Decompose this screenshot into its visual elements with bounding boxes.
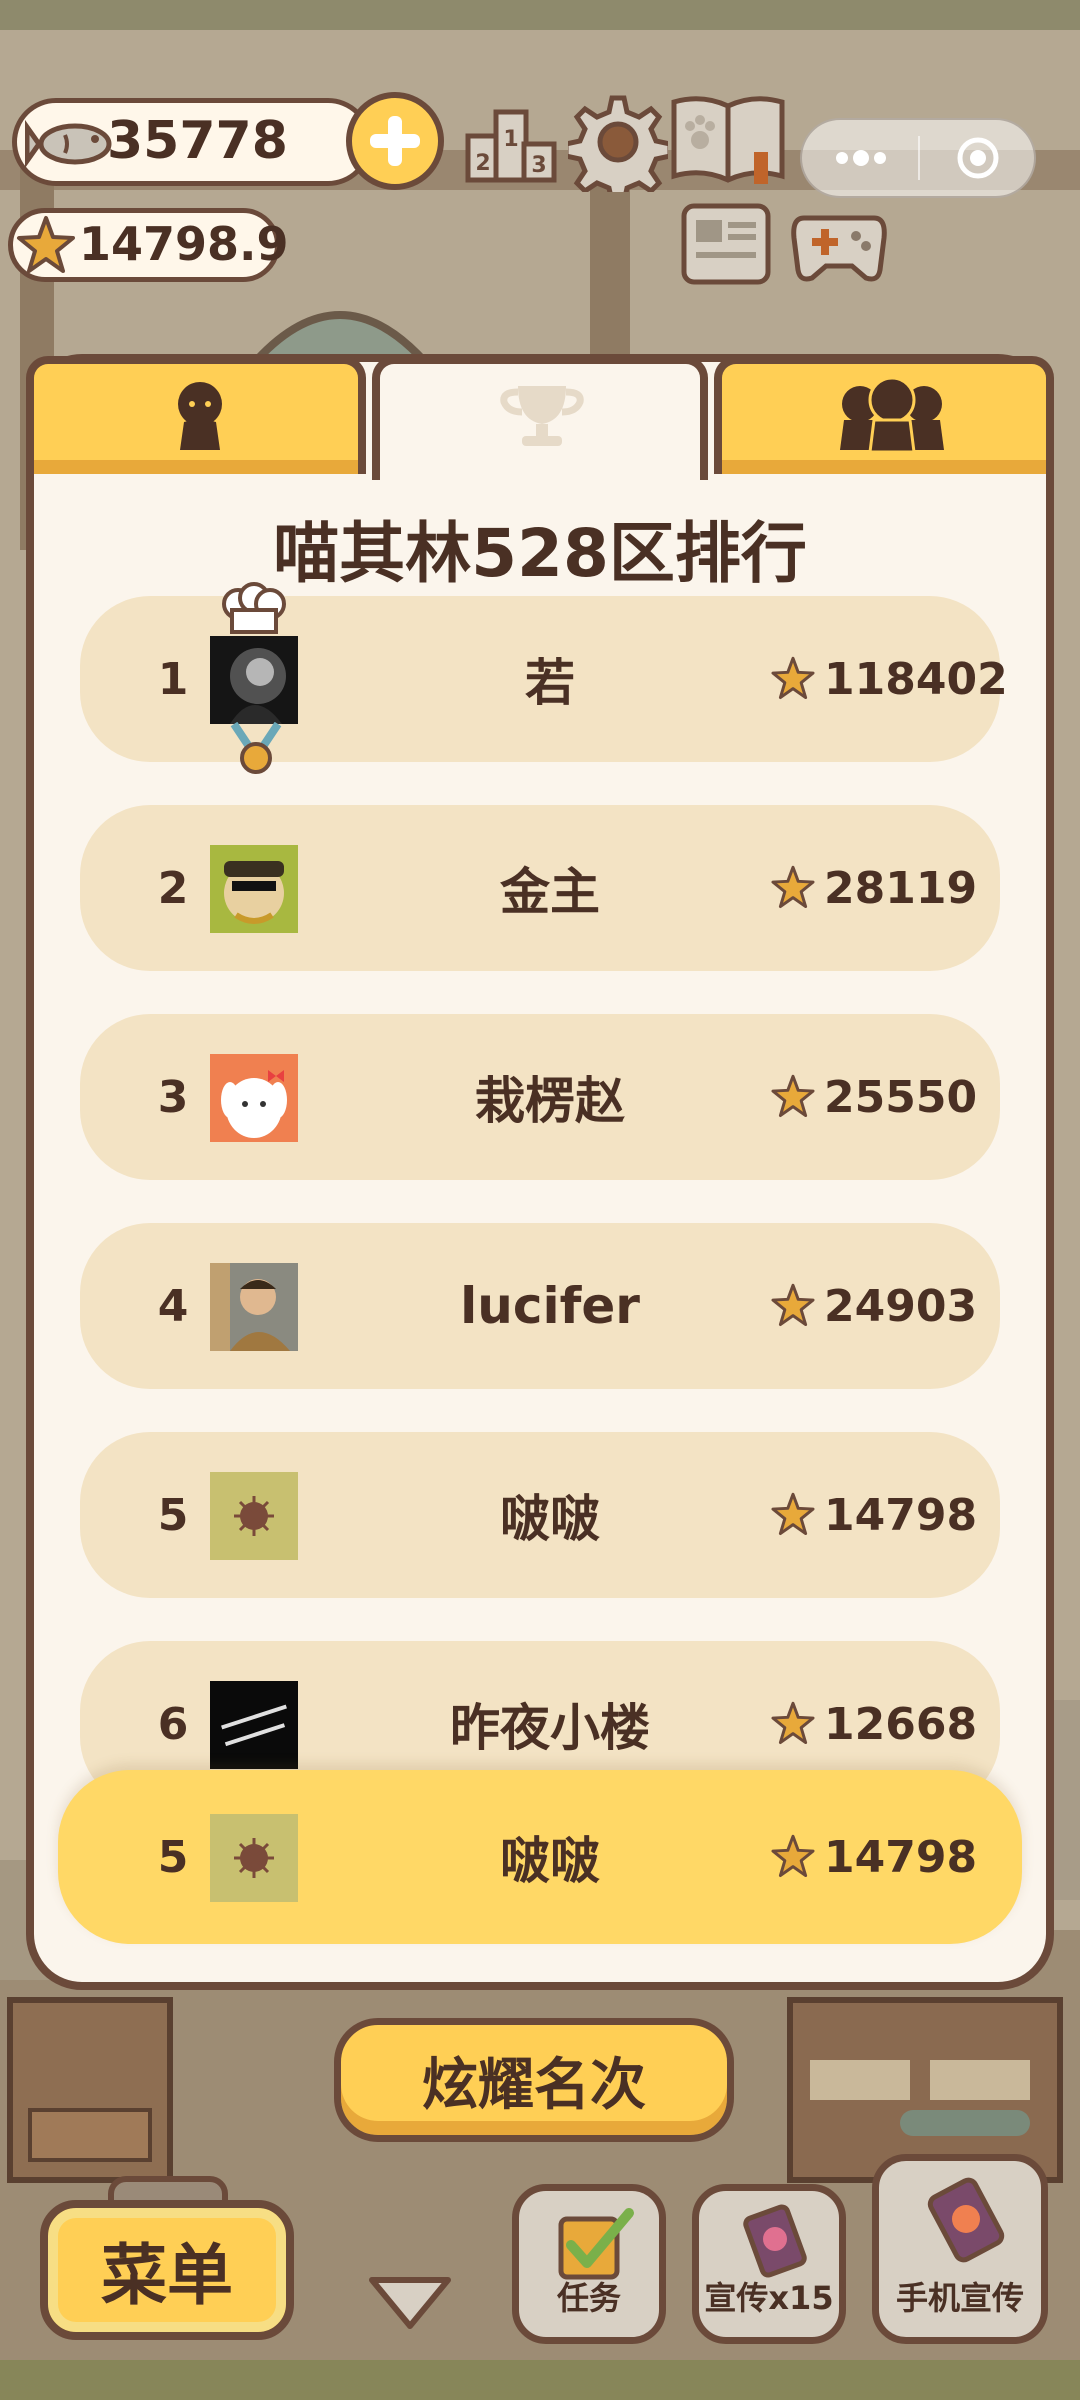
phone-promotion-button[interactable]: 手机宣传 xyxy=(872,2154,1048,2344)
group-icon xyxy=(840,376,944,454)
gear-icon xyxy=(563,95,673,205)
tab-personal[interactable] xyxy=(26,356,366,474)
star-icon xyxy=(771,1834,815,1878)
medal-icon xyxy=(230,722,282,774)
player-name: 金主 xyxy=(500,863,600,921)
score-value: 14798 xyxy=(824,1831,978,1883)
list-item[interactable]: 5 啵啵 14798 xyxy=(80,1432,1000,1598)
rank-number: 5 xyxy=(157,1489,189,1541)
close-miniprogram-button[interactable] xyxy=(920,120,1036,196)
score-value: 24903 xyxy=(824,1280,978,1332)
page-title: 喵其林528区排行 xyxy=(273,515,807,592)
score-value: 12668 xyxy=(824,1698,978,1750)
settings-button[interactable] xyxy=(563,92,673,205)
avatar xyxy=(210,1814,298,1902)
svg-text:2: 2 xyxy=(475,151,490,176)
news-button[interactable] xyxy=(680,200,776,290)
miniprogram-capsule xyxy=(800,118,1036,198)
player-score: 118402 xyxy=(770,596,1008,762)
score-value: 28119 xyxy=(824,862,978,914)
trophy-icon xyxy=(500,386,584,446)
gamepad-icon xyxy=(791,215,887,282)
player-name: 啵啵 xyxy=(500,1490,600,1548)
tasks-button[interactable]: 任务 xyxy=(512,2184,666,2344)
star-icon xyxy=(771,1283,815,1327)
leaderboard-button[interactable]: 2 1 3 xyxy=(462,96,560,186)
show-off-label: 炫耀名次 xyxy=(422,2052,646,2118)
avatar xyxy=(210,1681,298,1769)
player-score: 14798 xyxy=(770,1432,977,1598)
collapse-button[interactable] xyxy=(362,2270,458,2336)
star-icon xyxy=(17,216,75,273)
player-score: 25550 xyxy=(770,1014,977,1180)
phone-promotion-label: 手机宣传 xyxy=(895,2279,1024,2317)
more-dots-icon xyxy=(836,150,886,166)
svg-text:3: 3 xyxy=(531,153,546,178)
handbook-button[interactable] xyxy=(668,92,788,188)
star-count: 14798.9 xyxy=(79,217,289,271)
podium-icon: 2 1 3 xyxy=(465,109,557,183)
paw-book-icon xyxy=(671,96,785,184)
star-icon xyxy=(771,1701,815,1745)
avatar xyxy=(210,1054,298,1142)
score-value: 25550 xyxy=(824,1071,978,1123)
rank-number: 2 xyxy=(157,862,189,914)
phone-flyer-icon xyxy=(927,2177,1005,2263)
list-item[interactable]: 2 金主 28119 xyxy=(80,805,1000,971)
tab-ranking[interactable] xyxy=(372,356,708,480)
promotion-button[interactable]: 宣传x15 xyxy=(692,2184,846,2344)
rank-number: 1 xyxy=(157,653,189,705)
menu-label: 菜单 xyxy=(101,2237,233,2314)
star-icon xyxy=(771,1492,815,1536)
score-value: 118402 xyxy=(824,653,1008,705)
avatar xyxy=(210,1472,298,1560)
add-currency-button[interactable] xyxy=(346,92,444,190)
rank-number: 5 xyxy=(157,1831,189,1883)
list-item[interactable]: 4 lucifer 24903 xyxy=(80,1223,1000,1389)
more-button[interactable] xyxy=(802,120,918,196)
newspaper-icon xyxy=(681,203,771,285)
tab-group[interactable] xyxy=(714,356,1054,474)
avatar xyxy=(210,845,298,933)
plus-icon xyxy=(370,116,420,166)
fish-currency: 35778 xyxy=(12,98,372,186)
my-rank-row[interactable]: 5 啵啵 14798 xyxy=(58,1770,1022,1944)
show-off-rank-button[interactable]: 炫耀名次 xyxy=(334,2018,734,2142)
single-person-icon xyxy=(178,382,222,450)
player-score: 28119 xyxy=(770,805,977,971)
player-name: 啵啵 xyxy=(500,1832,600,1890)
chevron-down-icon xyxy=(369,2277,451,2329)
rank-number: 4 xyxy=(157,1280,189,1332)
promotion-label: 宣传x15 xyxy=(704,2279,834,2317)
chef-hat-icon xyxy=(222,582,286,634)
star-icon xyxy=(771,1074,815,1118)
rank-number: 3 xyxy=(157,1071,189,1123)
list-item[interactable]: 1 若 118402 xyxy=(80,582,1008,774)
star-icon xyxy=(771,656,815,700)
player-name: 若 xyxy=(525,654,575,712)
avatar xyxy=(210,636,298,724)
fish-count: 35778 xyxy=(107,111,288,171)
player-name: lucifer xyxy=(460,1277,640,1335)
svg-text:1: 1 xyxy=(503,127,518,152)
star-icon xyxy=(771,865,815,909)
menu-button[interactable]: 菜单 xyxy=(40,2200,294,2340)
player-score: 24903 xyxy=(770,1223,977,1389)
minigame-button[interactable] xyxy=(790,200,888,288)
player-score: 14798 xyxy=(770,1770,977,1944)
player-name: 栽楞赵 xyxy=(475,1072,625,1130)
star-currency: 14798.9 xyxy=(8,208,289,282)
avatar xyxy=(210,1263,298,1351)
tasks-label: 任务 xyxy=(556,2279,621,2317)
list-item[interactable]: 3 栽楞赵 25550 xyxy=(80,1014,1000,1180)
target-close-icon xyxy=(957,137,999,179)
flyer-icon xyxy=(743,2204,807,2278)
score-value: 14798 xyxy=(824,1489,978,1541)
